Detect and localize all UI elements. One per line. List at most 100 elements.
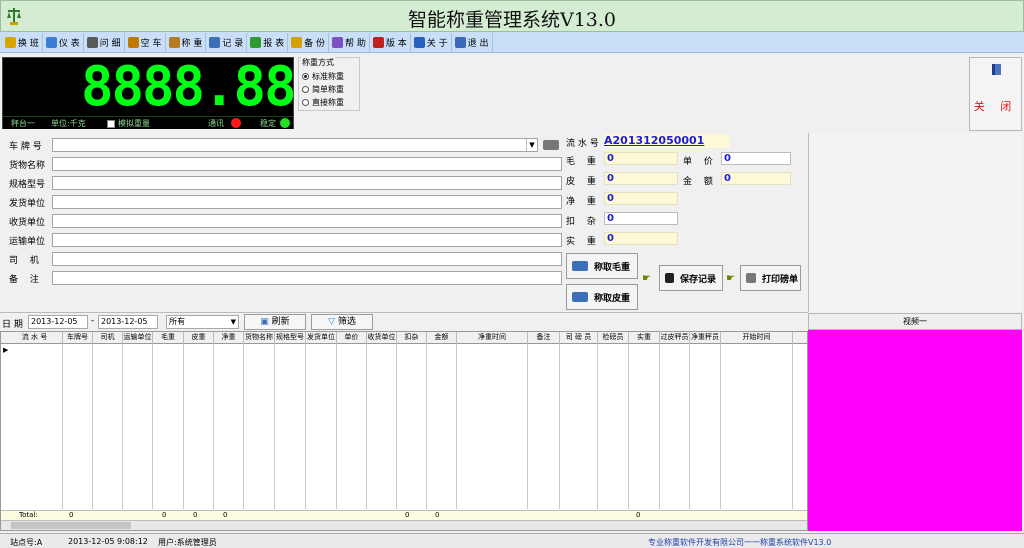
table-column bbox=[123, 344, 153, 509]
toolbar-button-version[interactable]: 版 本 bbox=[370, 32, 411, 52]
time-status: 2013-12-05 9:08:12 bbox=[68, 537, 148, 546]
mode-standard-radio[interactable]: 标准称重 bbox=[302, 71, 344, 82]
refresh-button[interactable]: ▣ 刷新 bbox=[244, 314, 306, 330]
deduct-input[interactable]: 0 bbox=[604, 212, 678, 225]
toolbar-button-meter[interactable]: 仪 表 bbox=[43, 32, 84, 52]
side-panel bbox=[808, 133, 1022, 312]
weigh-tare-button[interactable]: 称取皮重 bbox=[566, 284, 638, 310]
column-header[interactable]: 净重秤员 bbox=[690, 332, 721, 344]
column-header[interactable]: 实重 bbox=[629, 332, 660, 344]
toolbar-button-report[interactable]: 报 表 bbox=[247, 32, 289, 52]
column-header[interactable]: 运输单位 bbox=[123, 332, 153, 344]
serial-number[interactable]: A201312050001 bbox=[604, 134, 730, 148]
toolbar-button-edit[interactable]: 问 细 bbox=[84, 32, 125, 52]
column-header[interactable]: 备注 bbox=[528, 332, 560, 344]
column-header[interactable]: 司机 bbox=[93, 332, 123, 344]
goods-input[interactable] bbox=[52, 157, 562, 171]
table-column bbox=[153, 344, 184, 509]
truck-icon bbox=[572, 292, 588, 302]
toolbar-button-truck[interactable]: 空 车 bbox=[125, 32, 166, 52]
plate-select[interactable]: ▼ bbox=[52, 138, 538, 152]
save-icon bbox=[665, 273, 674, 283]
toolbar-button-backup[interactable]: 备 份 bbox=[288, 32, 329, 52]
video-title: 视频一 bbox=[808, 313, 1022, 330]
column-header[interactable]: 收货单位 bbox=[367, 332, 397, 344]
app-title: 智能称重管理系统V13.0 bbox=[407, 9, 617, 31]
column-header[interactable]: 车牌号 bbox=[63, 332, 93, 344]
date-to-picker[interactable]: 2013-12-05 bbox=[98, 315, 158, 329]
spec-input[interactable] bbox=[52, 176, 562, 190]
column-header[interactable]: 货物名称 bbox=[244, 332, 275, 344]
date-from-picker[interactable]: 2013-12-05 bbox=[28, 315, 88, 329]
column-header[interactable]: 发货单位 bbox=[306, 332, 337, 344]
price-input[interactable]: 0 bbox=[721, 152, 791, 165]
meter-icon bbox=[45, 36, 57, 48]
toolbar-button-about[interactable]: 关 于 bbox=[411, 32, 452, 52]
weigh-mode-title: 称重方式 bbox=[301, 57, 335, 68]
column-header[interactable]: 单价 bbox=[337, 332, 367, 344]
mode-direct-radio[interactable]: 直接称重 bbox=[302, 97, 344, 108]
table-column bbox=[214, 344, 244, 509]
toolbar-button-exit[interactable]: 退 出 bbox=[452, 32, 493, 52]
column-header[interactable]: 皮重 bbox=[184, 332, 214, 344]
shipper-input[interactable] bbox=[52, 195, 562, 209]
print-ticket-button[interactable]: 打印磅单 bbox=[740, 265, 801, 291]
toolbar-button-scale[interactable]: 称 重 bbox=[166, 32, 207, 52]
scrollbar-thumb[interactable] bbox=[11, 522, 131, 529]
records-icon bbox=[209, 36, 221, 48]
column-header[interactable]: 开始时间 bbox=[721, 332, 793, 344]
spec-row: 规格型号 bbox=[2, 176, 562, 190]
comm-label: 通讯 bbox=[208, 119, 224, 128]
table-column bbox=[721, 344, 793, 509]
serial-label: 流 水 号 bbox=[566, 139, 599, 149]
receiver-input[interactable] bbox=[52, 214, 562, 228]
column-header[interactable]: 检磅员 bbox=[598, 332, 629, 344]
table-column bbox=[457, 344, 528, 509]
table-header: 流 水 号车牌号 司机 运输单位 毛重 皮重 净重 货物名称 规格型号 发货单位 单价 收货单位 扣杂… bbox=[1, 332, 807, 344]
edit-icon bbox=[86, 36, 98, 48]
refresh-icon: ▣ bbox=[260, 317, 272, 327]
simulate-checkbox[interactable]: 模拟重量 bbox=[107, 118, 150, 129]
unit-label: 单位:千克 bbox=[51, 119, 86, 128]
table-column bbox=[528, 344, 560, 509]
column-header[interactable]: 金额 bbox=[427, 332, 457, 344]
keyboard-icon[interactable] bbox=[543, 140, 559, 150]
mode-simple-radio[interactable]: 简单称重 bbox=[302, 84, 344, 95]
weigh-gross-button[interactable]: 称取毛重 bbox=[566, 253, 638, 279]
table-column bbox=[660, 344, 690, 509]
scope-select[interactable]: 所有 ▼ bbox=[166, 315, 239, 329]
column-header[interactable]: 过皮秤员 bbox=[660, 332, 690, 344]
column-header[interactable]: 毛重 bbox=[153, 332, 184, 344]
toolbar-button-shift[interactable]: 换 班 bbox=[2, 32, 43, 52]
driver-input[interactable] bbox=[52, 252, 562, 266]
total-row: Total: 0 0 0 0 0 0 0 bbox=[1, 510, 807, 520]
truck-icon bbox=[127, 36, 139, 48]
chevron-down-icon[interactable]: ▼ bbox=[526, 139, 537, 151]
actual-value: 0 bbox=[604, 232, 678, 245]
table-column bbox=[560, 344, 598, 509]
records-table[interactable]: 流 水 号车牌号 司机 运输单位 毛重 皮重 净重 货物名称 规格型号 发货单位 单价 收货单位 扣杂… bbox=[0, 331, 808, 531]
remark-row: 备 注 bbox=[2, 271, 562, 285]
filter-button[interactable]: ▽ 筛选 bbox=[311, 314, 373, 330]
filter-bar: 日 期 2013-12-05 - 2013-12-05 所有 ▼ ▣ 刷新 ▽ 筛… bbox=[0, 312, 808, 331]
total-value: 0 bbox=[162, 511, 167, 519]
remark-input[interactable] bbox=[52, 271, 562, 285]
save-record-button[interactable]: 保存记录 bbox=[659, 265, 723, 291]
close-button[interactable]: 关 闭 bbox=[969, 57, 1022, 131]
column-header[interactable]: 净重 bbox=[214, 332, 244, 344]
net-label: 净 重 bbox=[566, 197, 596, 207]
amount-label: 金 额 bbox=[683, 177, 713, 187]
toolbar-button-records[interactable]: 记 录 bbox=[206, 32, 248, 52]
column-header[interactable]: 净重时间 bbox=[457, 332, 528, 344]
toolbar-button-help[interactable]: 帮 助 bbox=[329, 32, 370, 52]
horizontal-scrollbar[interactable] bbox=[1, 520, 807, 530]
total-value: 0 bbox=[636, 511, 641, 519]
column-header[interactable]: 流 水 号 bbox=[7, 332, 63, 344]
column-header[interactable]: 扣杂 bbox=[397, 332, 427, 344]
carrier-input[interactable] bbox=[52, 233, 562, 247]
column-header[interactable]: 司 磅 员 bbox=[560, 332, 598, 344]
table-column bbox=[397, 344, 427, 509]
table-column bbox=[184, 344, 214, 509]
column-header[interactable]: 规格型号 bbox=[275, 332, 306, 344]
scale-icon bbox=[168, 36, 180, 48]
